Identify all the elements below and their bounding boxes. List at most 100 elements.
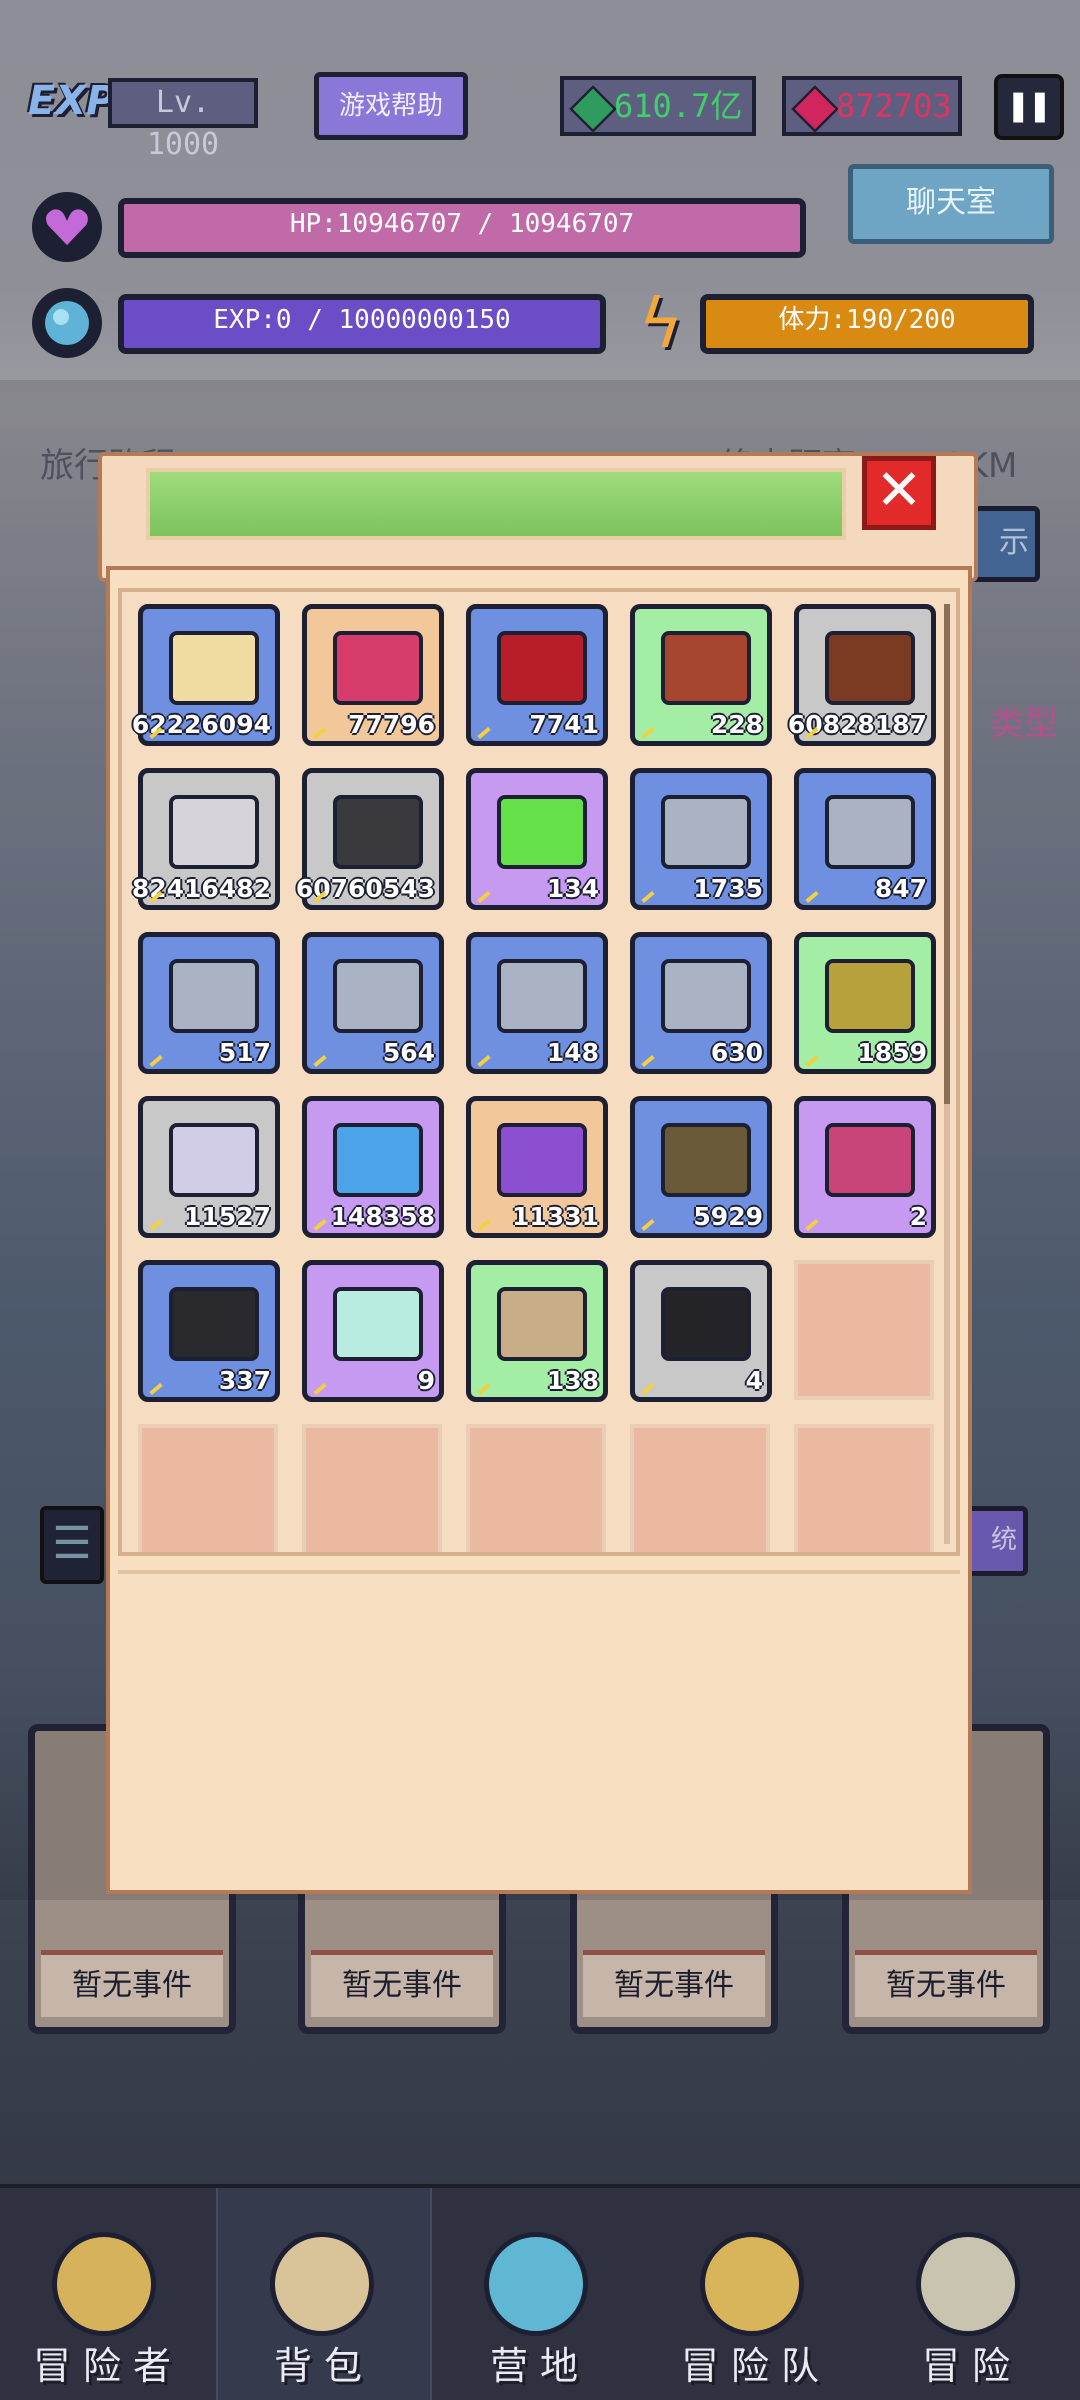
heart-icon <box>32 192 102 262</box>
item-count: 9 <box>417 1366 435 1395</box>
modal-title-bar <box>146 468 846 540</box>
helmet-silhouette-icon <box>661 959 751 1033</box>
inventory-slot[interactable]: 2 <box>794 1096 936 1238</box>
inventory-slot[interactable]: 1735 <box>630 768 772 910</box>
inventory-slot[interactable]: 564 <box>302 932 444 1074</box>
inventory-slot[interactable]: 60760543 <box>296 768 444 910</box>
sword-icon <box>916 2232 1020 2336</box>
silver-ore-icon <box>169 1123 259 1197</box>
silver-ingot-icon <box>169 795 259 869</box>
empty-slot[interactable] <box>138 1424 278 1552</box>
black-chest-icon <box>169 1287 259 1361</box>
inventory-slot[interactable]: 11331 <box>466 1096 608 1238</box>
empty-slot[interactable] <box>466 1424 606 1552</box>
inventory-slot[interactable]: 337 <box>138 1260 280 1402</box>
item-count: 2 <box>909 1202 927 1231</box>
shield-silhouette-icon <box>661 795 751 869</box>
item-count: 5929 <box>693 1202 763 1231</box>
item-count: 1859 <box>857 1038 927 1067</box>
pause-button[interactable]: ❚❚ <box>994 74 1064 140</box>
red-key-icon <box>825 1123 915 1197</box>
item-count: 564 <box>382 1038 435 1067</box>
exp-bar: EXP:0 / 10000000150 <box>118 294 606 354</box>
rarity-corner-mark <box>477 1218 491 1232</box>
camp-banner-icon <box>484 2232 588 2336</box>
level-badge: EXP Lv. 1000 <box>28 70 258 162</box>
inventory-slot[interactable]: 4 <box>630 1260 772 1402</box>
close-button[interactable]: ✕ <box>862 456 936 530</box>
nav-tab[interactable]: 背包 <box>216 2188 432 2400</box>
rarity-corner-mark <box>805 890 819 904</box>
item-count: 1735 <box>693 874 763 903</box>
blue-crystal-icon <box>333 1123 423 1197</box>
teal-chest-icon <box>333 1287 423 1361</box>
inventory-slot[interactable]: 517 <box>138 932 280 1074</box>
empty-slot[interactable] <box>794 1260 934 1400</box>
rainbow-gem-icon <box>497 1123 587 1197</box>
red-plate-icon <box>497 631 587 705</box>
item-description-area <box>118 1570 960 1880</box>
inventory-slot[interactable]: 62226094 <box>132 604 280 746</box>
item-count: 11527 <box>184 1202 271 1231</box>
rarity-corner-mark <box>313 726 327 740</box>
stamina-bar: 体力:190/200 <box>700 294 1034 354</box>
exp-logo: EXP <box>28 78 116 124</box>
green-gem-currency: 610.7亿 <box>560 76 756 136</box>
nav-tab-label: 冒险 <box>921 2344 1022 2388</box>
inventory-slot[interactable]: 82416482 <box>132 768 280 910</box>
empty-slot[interactable] <box>794 1424 934 1552</box>
inventory-slot[interactable]: 630 <box>630 932 772 1074</box>
inventory-slot[interactable]: 77796 <box>302 604 444 746</box>
inventory-slot[interactable]: 1859 <box>794 932 936 1074</box>
nav-tab[interactable]: 营地 <box>432 2188 648 2400</box>
item-count: 148 <box>546 1038 599 1067</box>
stamina-bolt-icon: ϟ <box>640 285 682 364</box>
game-help-button[interactable]: 游戏帮助 <box>314 72 468 140</box>
rarity-corner-mark <box>313 1054 327 1068</box>
pants-silhouette-icon <box>825 795 915 869</box>
inventory-slot[interactable]: 9 <box>302 1260 444 1402</box>
nav-tab[interactable]: 冒险队 <box>648 2188 864 2400</box>
nav-tab[interactable]: 冒险 <box>864 2188 1080 2400</box>
rarity-corner-mark <box>313 1218 327 1232</box>
inventory-slot[interactable]: 148 <box>466 932 608 1074</box>
red-gem-shard-icon <box>333 631 423 705</box>
inventory-slot[interactable]: 7741 <box>466 604 608 746</box>
rarity-corner-mark <box>477 726 491 740</box>
empty-slot[interactable] <box>302 1424 442 1552</box>
rarity-corner-mark <box>477 1054 491 1068</box>
rarity-corner-mark <box>641 1054 655 1068</box>
rarity-corner-mark <box>805 1054 819 1068</box>
inventory-slot[interactable]: 5929 <box>630 1096 772 1238</box>
inventory-slot[interactable]: 134 <box>466 768 608 910</box>
rarity-corner-mark <box>641 1218 655 1232</box>
inventory-slot[interactable]: 60828187 <box>788 604 936 746</box>
item-count: 228 <box>710 710 763 739</box>
exp-orb-icon <box>32 288 102 358</box>
inventory-slot[interactable]: 847 <box>794 768 936 910</box>
event-label: 暂无事件 <box>583 1950 765 2017</box>
green-slime-icon <box>497 795 587 869</box>
nav-tab-label: 冒险队 <box>680 2344 831 2388</box>
event-label: 暂无事件 <box>855 1950 1037 2017</box>
empty-slot[interactable] <box>630 1424 770 1552</box>
gold-ingot-icon <box>169 631 259 705</box>
rarity-corner-mark <box>149 1382 163 1396</box>
inventory-slot[interactable]: 148358 <box>302 1096 444 1238</box>
rarity-corner-mark <box>641 890 655 904</box>
scrollbar-thumb[interactable] <box>944 604 950 1104</box>
rarity-corner-mark <box>805 1218 819 1232</box>
inventory-slot[interactable]: 228 <box>630 604 772 746</box>
guild-book-icon <box>700 2232 804 2336</box>
crown-icon <box>52 2232 156 2336</box>
inventory-slot[interactable]: 11527 <box>138 1096 280 1238</box>
chat-room-button[interactable]: 聊天室 <box>848 164 1054 244</box>
item-count: 138 <box>546 1366 599 1395</box>
nav-tab[interactable]: 冒险者 <box>0 2188 216 2400</box>
gold-ore-icon <box>825 959 915 1033</box>
inventory-slot[interactable]: 138 <box>466 1260 608 1402</box>
green-gem-amount: 610.7亿 <box>614 87 743 125</box>
item-count: 4 <box>745 1366 763 1395</box>
rarity-corner-mark <box>641 726 655 740</box>
level-text: Lv. 1000 <box>108 78 258 162</box>
